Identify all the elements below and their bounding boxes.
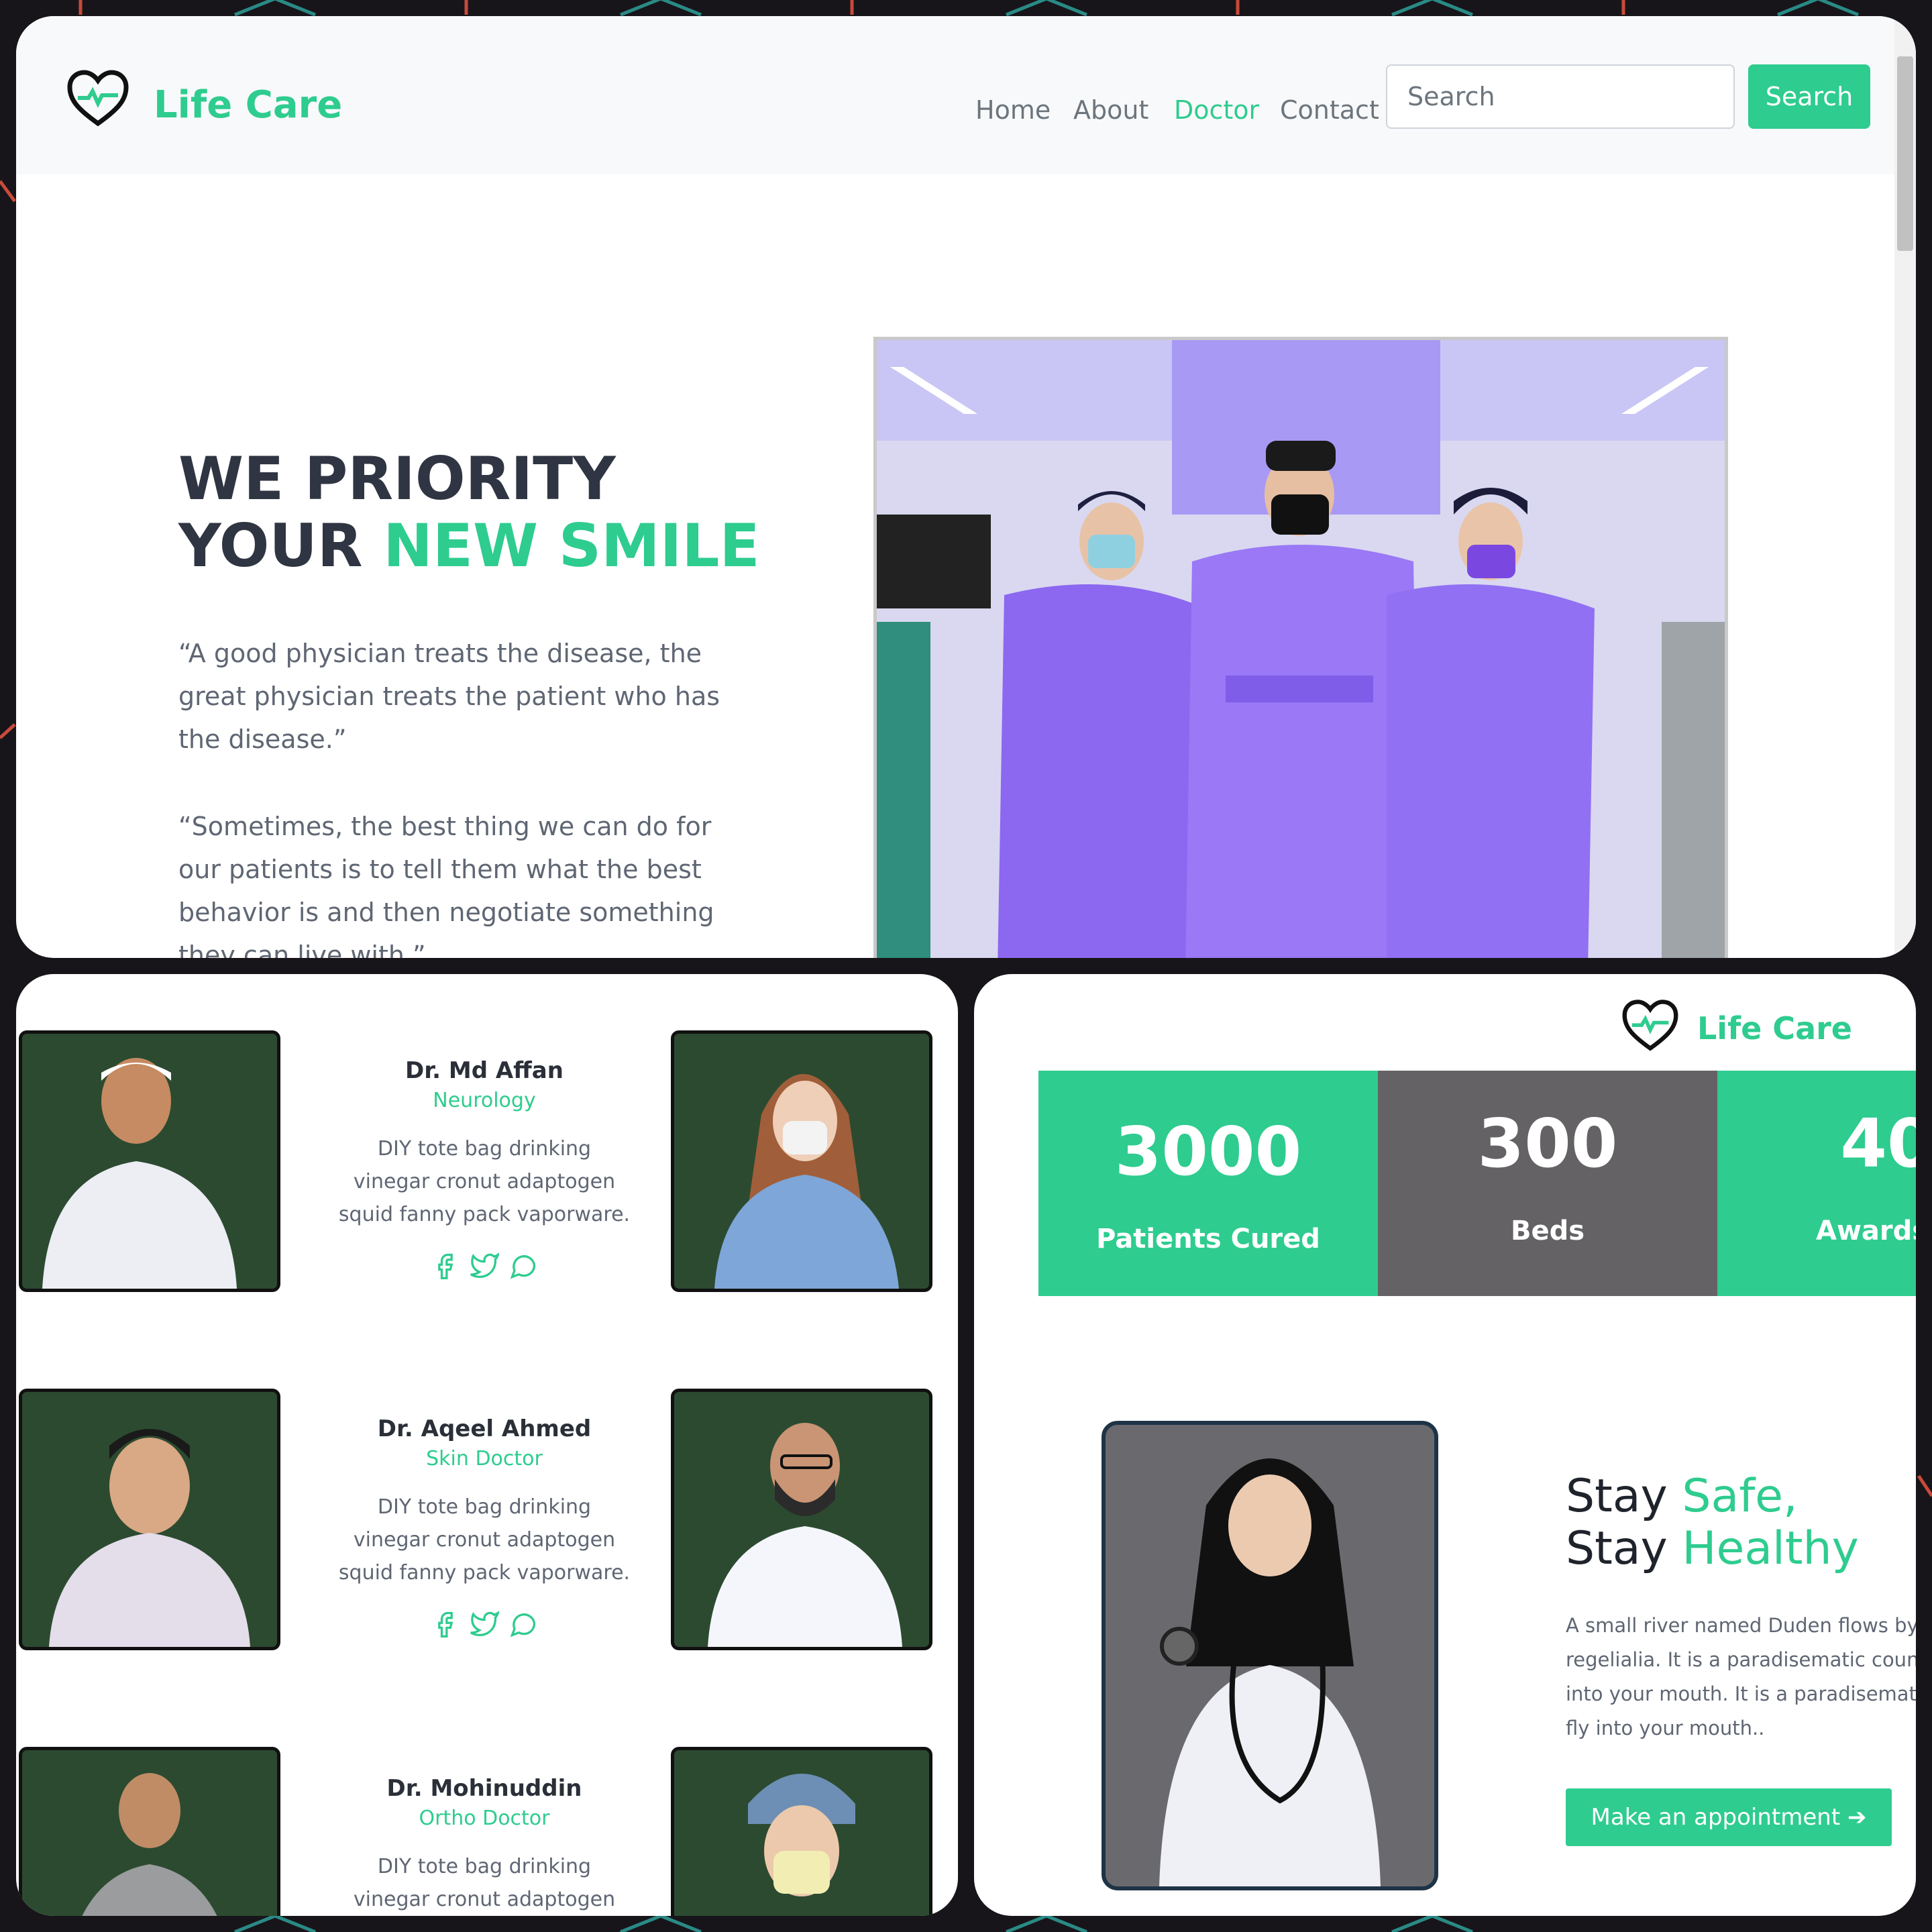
nav-about-link[interactable]: About xyxy=(1073,95,1148,125)
doctor-card-1: Dr. Md Affan Neurology DIY tote bag drin… xyxy=(297,1056,672,1281)
heart-logo-icon[interactable] xyxy=(1621,998,1680,1053)
hero-quote-2: “Sometimes, the best thing we can do for… xyxy=(178,812,714,958)
hero-title-accent: NEW SMILE xyxy=(383,511,760,580)
doctor-photo-1[interactable] xyxy=(19,1030,280,1292)
hero-quote-1: “A good physician treats the disease, th… xyxy=(178,639,720,754)
doctor-card-2: Dr. Aqeel Ahmed Skin Doctor DIY tote bag… xyxy=(297,1414,672,1639)
heart-logo-icon[interactable] xyxy=(66,68,130,129)
make-appointment-button[interactable]: Make an appointment ➔ xyxy=(1566,1788,1892,1846)
doctor-social-links xyxy=(297,1251,672,1281)
facebook-icon[interactable] xyxy=(431,1609,460,1639)
navbar: Life Care Home About Doctor Contact Sear… xyxy=(16,16,1894,174)
stat-number: 3000 xyxy=(1114,1112,1302,1191)
nav-doctor-link[interactable]: Doctor xyxy=(1174,95,1259,125)
twitter-icon[interactable] xyxy=(470,1251,500,1281)
scrollbar-thumb[interactable] xyxy=(1897,56,1913,251)
stay-heading-line1: Stay Safe, xyxy=(1566,1470,1859,1523)
doctor-portrait xyxy=(714,1074,899,1289)
doctors-panel: Dr. Md Affan Neurology DIY tote bag drin… xyxy=(16,974,958,1916)
doctor-woman-illustration xyxy=(1159,1458,1381,1886)
stat-patients-cured: 3000 Patients Cured xyxy=(1038,1071,1378,1296)
doctor-photo-3[interactable] xyxy=(19,1389,280,1650)
brand-name[interactable]: Life Care xyxy=(154,83,342,127)
doctor-description: DIY tote bag drinking vinegar cronut ada… xyxy=(353,1855,616,1911)
hero-photo-illustration xyxy=(877,340,1725,958)
twitter-icon[interactable] xyxy=(470,1609,500,1639)
stay-heading-line2: Stay Healthy xyxy=(1566,1523,1859,1575)
stat-beds: 300 Beds xyxy=(1378,1071,1717,1296)
doctor-specialty: Skin Doctor xyxy=(426,1447,543,1470)
doctor-portrait xyxy=(49,1429,250,1647)
stay-paragraph-line: A small river named Duden flows by t xyxy=(1566,1614,1916,1637)
doctor-name: Dr. Mohinuddin xyxy=(386,1775,582,1802)
doctor-photo-2[interactable] xyxy=(671,1030,932,1292)
chat-icon[interactable] xyxy=(508,1251,538,1281)
hero-title: WE PRIORITY YOUR NEW SMILE xyxy=(178,445,760,580)
stat-label: Beds xyxy=(1510,1216,1585,1246)
doctor-photo-4[interactable] xyxy=(671,1389,932,1650)
stay-heading-accent: Safe, xyxy=(1682,1470,1798,1523)
stay-heading-part: Stay xyxy=(1566,1522,1682,1575)
stay-paragraph: A small river named Duden flows by t reg… xyxy=(1566,1609,1916,1746)
stat-label: Patients Cured xyxy=(1096,1224,1320,1254)
doctor-name: Dr. Md Affan xyxy=(405,1057,564,1084)
nav-home-link[interactable]: Home xyxy=(975,95,1051,125)
doctor-photo-6[interactable] xyxy=(671,1747,932,1916)
stat-number: 300 xyxy=(1477,1104,1618,1183)
doctor-portrait xyxy=(82,1773,217,1916)
doctor-woman-photo xyxy=(1102,1421,1438,1890)
doctor-specialty: Neurology xyxy=(433,1089,536,1112)
hero-title-line2: YOUR NEW SMILE xyxy=(178,513,760,580)
hero-title-part: YOUR xyxy=(178,511,384,580)
doctor-name: Dr. Aqeel Ahmed xyxy=(377,1415,592,1442)
stats-panel: Life Care 3000 Patients Cured 300 Beds 4… xyxy=(974,974,1916,1916)
doctor-description: DIY tote bag drinking vinegar cronut ada… xyxy=(338,1137,631,1226)
doctor-social-links xyxy=(297,1609,672,1639)
doctor-card-3: Dr. Mohinuddin Ortho Doctor DIY tote bag… xyxy=(297,1774,672,1916)
stay-paragraph-line: fly into your mouth.. xyxy=(1566,1717,1765,1739)
doctor-portrait xyxy=(748,1774,855,1896)
doctor-description: DIY tote bag drinking vinegar cronut ada… xyxy=(338,1495,631,1585)
brand-name[interactable]: Life Care xyxy=(1697,1010,1852,1046)
stay-paragraph-line: into your mouth. It is a paradisematic xyxy=(1566,1682,1916,1705)
doctor-photo-5[interactable] xyxy=(19,1747,280,1916)
search-input[interactable] xyxy=(1386,64,1735,129)
hero-title-line1: WE PRIORITY xyxy=(178,444,616,513)
chat-icon[interactable] xyxy=(508,1609,538,1639)
facebook-icon[interactable] xyxy=(431,1251,460,1281)
stat-number: 40 xyxy=(1840,1104,1916,1183)
stay-heading-accent: Healthy xyxy=(1682,1522,1859,1575)
doctor-portrait xyxy=(708,1423,902,1647)
hero-doctors-photo xyxy=(873,337,1728,958)
stat-awards: 40 Awards V xyxy=(1717,1071,1916,1296)
hero-panel: Life Care Home About Doctor Contact Sear… xyxy=(16,16,1916,958)
stay-paragraph-line: regelialia. It is a paradisematic countr xyxy=(1566,1648,1916,1671)
doctor-portrait xyxy=(42,1058,237,1289)
stay-heading: Stay Safe, Stay Healthy xyxy=(1566,1470,1859,1575)
stat-label: Awards V xyxy=(1816,1216,1916,1246)
doctor-specialty: Ortho Doctor xyxy=(419,1807,550,1830)
stay-heading-part: Stay xyxy=(1566,1470,1682,1523)
nav-contact-link[interactable]: Contact xyxy=(1280,95,1379,125)
search-button[interactable]: Search xyxy=(1748,64,1870,129)
